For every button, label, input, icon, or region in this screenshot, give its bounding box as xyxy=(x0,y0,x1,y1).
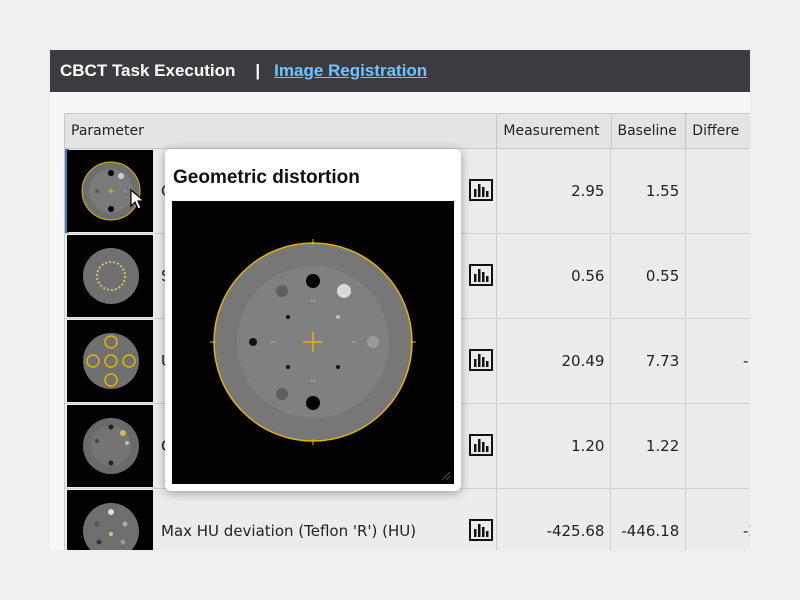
measurement-cell: 2.95 xyxy=(497,149,612,233)
baseline-cell: 1.22 xyxy=(611,404,687,488)
measurement-cell: 20.49 xyxy=(497,319,612,403)
phantom-contrast-thumbnail[interactable] xyxy=(67,405,153,487)
difference-cell: -1 xyxy=(686,319,750,403)
table-header: Parameter Measurement Baseline Differe xyxy=(65,113,750,149)
measurement-cell: 1.20 xyxy=(497,404,612,488)
difference-cell: - xyxy=(686,234,750,318)
title-bar: CBCT Task Execution | Image Registration xyxy=(50,50,750,92)
measurement-cell: -425.68 xyxy=(497,489,612,550)
bar-chart-icon[interactable] xyxy=(469,519,493,541)
baseline-cell: 1.55 xyxy=(611,149,687,233)
phantom-slice-thickness-thumbnail[interactable] xyxy=(67,235,153,317)
measurement-cell: 0.56 xyxy=(497,234,612,318)
app-window: CBCT Task Execution | Image Registration… xyxy=(50,50,750,550)
bar-chart-icon[interactable] xyxy=(469,434,493,456)
bar-chart-icon[interactable] xyxy=(469,264,493,286)
parameter-label: Max HU deviation (Teflon 'R') (HU) xyxy=(161,522,417,540)
phantom-geometric-large-image xyxy=(172,201,454,484)
column-header-difference[interactable]: Differe xyxy=(686,114,750,148)
title-separator: | xyxy=(255,61,261,80)
image-preview-popup: Geometric distortion xyxy=(165,149,461,491)
image-registration-link[interactable]: Image Registration xyxy=(274,61,427,81)
bar-chart-icon[interactable] xyxy=(469,349,493,371)
phantom-uniformity-thumbnail[interactable] xyxy=(67,320,153,402)
app-title: CBCT Task Execution xyxy=(60,61,236,80)
baseline-cell: -446.18 xyxy=(611,489,687,550)
difference-cell xyxy=(686,404,750,488)
mouse-cursor-icon xyxy=(130,188,146,211)
table-row[interactable]: Max HU deviation (Teflon 'R') (HU) -425.… xyxy=(65,489,750,550)
column-header-baseline[interactable]: Baseline xyxy=(612,114,687,148)
difference-cell: - xyxy=(686,149,750,233)
baseline-cell: 0.55 xyxy=(611,234,687,318)
baseline-cell: 7.73 xyxy=(611,319,687,403)
phantom-hu-thumbnail[interactable] xyxy=(67,490,153,550)
popup-title: Geometric distortion xyxy=(173,167,360,188)
bar-chart-icon[interactable] xyxy=(469,179,493,201)
difference-cell: -2 xyxy=(686,489,750,550)
parameter-cell: Max HU deviation (Teflon 'R') (HU) xyxy=(65,489,498,550)
column-header-parameter[interactable]: Parameter xyxy=(65,114,498,148)
column-header-measurement[interactable]: Measurement xyxy=(497,114,612,148)
